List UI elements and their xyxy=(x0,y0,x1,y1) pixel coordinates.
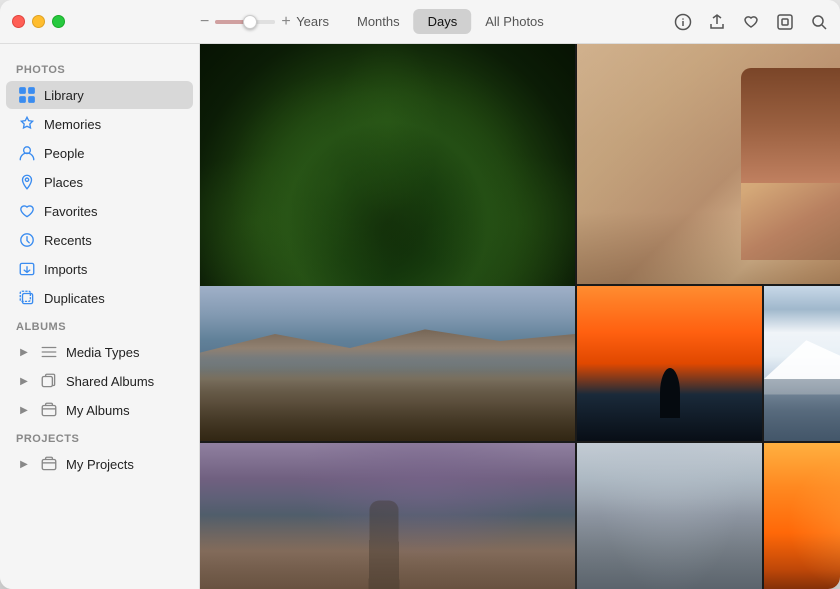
favorites-icon xyxy=(18,202,36,220)
share-button[interactable] xyxy=(708,13,726,31)
disclosure-my-albums[interactable]: ▶ xyxy=(18,404,30,416)
media-types-icon xyxy=(40,343,58,361)
sidebar-item-favorites[interactable]: Favorites xyxy=(6,197,193,225)
traffic-lights xyxy=(12,15,65,28)
photo-winding-road[interactable] xyxy=(200,443,575,589)
imports-icon xyxy=(18,260,36,278)
photo-lake-mountains[interactable] xyxy=(200,286,575,441)
disclosure-media-types[interactable]: ▶ xyxy=(18,346,30,358)
library-label: Library xyxy=(44,88,84,103)
sidebar-item-places[interactable]: Places xyxy=(6,168,193,196)
close-button[interactable] xyxy=(12,15,25,28)
media-types-label: Media Types xyxy=(66,345,139,360)
memories-icon xyxy=(18,115,36,133)
zoom-slider[interactable] xyxy=(215,20,275,24)
sidebar-section-albums: Albums xyxy=(0,313,199,337)
favorites-label: Favorites xyxy=(44,204,97,219)
photo-grid-inner xyxy=(200,44,840,589)
places-label: Places xyxy=(44,175,83,190)
sidebar-item-people[interactable]: People xyxy=(6,139,193,167)
titlebar: − + Years Months Days All Photos xyxy=(0,0,840,44)
tab-days[interactable]: Days xyxy=(414,9,472,34)
photo-woman-portrait[interactable] xyxy=(577,44,840,284)
minimize-button[interactable] xyxy=(32,15,45,28)
tab-months[interactable]: Months xyxy=(343,9,414,34)
recents-label: Recents xyxy=(44,233,92,248)
photo-castle[interactable] xyxy=(577,443,762,589)
shared-albums-label: Shared Albums xyxy=(66,374,154,389)
tab-all-photos[interactable]: All Photos xyxy=(471,9,558,34)
grid-icon xyxy=(18,86,36,104)
search-button[interactable] xyxy=(810,13,828,31)
memories-label: Memories xyxy=(44,117,101,132)
sidebar-item-recents[interactable]: Recents xyxy=(6,226,193,254)
photo-sunset-couple[interactable] xyxy=(577,286,762,441)
photo-snowy-mountains[interactable] xyxy=(764,286,840,441)
people-label: People xyxy=(44,146,84,161)
main-content: Photos Library M xyxy=(0,44,840,589)
sidebar: Photos Library M xyxy=(0,44,200,589)
duplicates-label: Duplicates xyxy=(44,291,105,306)
shared-albums-icon xyxy=(40,372,58,390)
maximize-button[interactable] xyxy=(52,15,65,28)
zoom-out-button[interactable]: − xyxy=(200,14,209,30)
tab-years[interactable]: Years xyxy=(282,9,343,34)
places-icon xyxy=(18,173,36,191)
sidebar-item-duplicates[interactable]: Duplicates xyxy=(6,284,193,312)
disclosure-shared-albums[interactable]: ▶ xyxy=(18,375,30,387)
my-projects-label: My Projects xyxy=(66,457,134,472)
people-icon xyxy=(18,144,36,162)
my-albums-label: My Albums xyxy=(66,403,130,418)
sidebar-section-projects: Projects xyxy=(0,425,199,449)
favorite-button[interactable] xyxy=(742,13,760,31)
sidebar-item-shared-albums[interactable]: ▶ Shared Albums xyxy=(6,367,193,395)
zoom-thumb[interactable] xyxy=(243,15,257,29)
sidebar-item-my-albums[interactable]: ▶ My Albums xyxy=(6,396,193,424)
edit-button[interactable] xyxy=(776,13,794,31)
my-projects-icon xyxy=(40,455,58,473)
sidebar-item-library[interactable]: Library xyxy=(6,81,193,109)
zoom-control: − + xyxy=(200,14,291,30)
recents-icon xyxy=(18,231,36,249)
imports-label: Imports xyxy=(44,262,87,277)
photo-sunset-silhouette[interactable] xyxy=(764,443,840,589)
sidebar-item-imports[interactable]: Imports xyxy=(6,255,193,283)
sidebar-item-memories[interactable]: Memories xyxy=(6,110,193,138)
duplicates-icon xyxy=(18,289,36,307)
nav-tabs: Years Months Days All Photos xyxy=(282,9,558,34)
app-window: − + Years Months Days All Photos xyxy=(0,0,840,589)
my-albums-icon xyxy=(40,401,58,419)
info-button[interactable] xyxy=(674,13,692,31)
titlebar-actions xyxy=(674,13,828,31)
sidebar-item-my-projects[interactable]: ▶ My Projects xyxy=(6,450,193,478)
sidebar-item-media-types[interactable]: ▶ Media Types xyxy=(6,338,193,366)
sidebar-section-photos: Photos xyxy=(0,56,199,80)
photo-grid xyxy=(200,44,840,589)
disclosure-my-projects[interactable]: ▶ xyxy=(18,458,30,470)
